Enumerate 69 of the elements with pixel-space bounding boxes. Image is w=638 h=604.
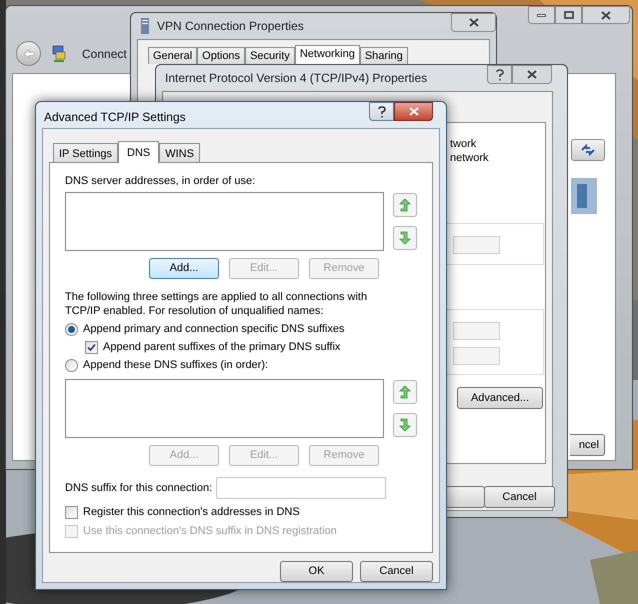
help-icon (378, 106, 386, 118)
close-icon (527, 70, 537, 79)
ip-address-field[interactable] (453, 236, 500, 254)
push-button[interactable]: ncel (570, 434, 605, 456)
move-up-button[interactable] (393, 380, 417, 404)
list-box[interactable] (65, 379, 384, 438)
minimize-button[interactable] (528, 6, 555, 24)
push-button[interactable] (445, 486, 485, 508)
help-button[interactable] (487, 65, 512, 84)
tab[interactable]: WINS (159, 143, 200, 162)
checkbox[interactable] (65, 506, 78, 519)
window-title: Advanced TCP/IP Settings (44, 109, 186, 126)
refresh-button[interactable] (571, 139, 605, 161)
close-button[interactable] (394, 102, 433, 121)
push-button[interactable]: Add... (149, 258, 219, 279)
checkbox-label: Register this connection's addresses in DNS (83, 506, 300, 519)
tab[interactable]: General (148, 47, 198, 64)
push-button[interactable]: Cancel (360, 561, 433, 582)
close-icon (468, 18, 478, 27)
close-icon (408, 107, 418, 116)
window-title: Internet Protocol Version 4 (TCP/IPv4) Properties (165, 70, 428, 87)
ip-address-field[interactable] (453, 322, 500, 340)
server-icon (141, 18, 149, 34)
close-button[interactable] (512, 65, 552, 84)
help-button[interactable] (369, 102, 394, 121)
description-text: network (450, 151, 489, 165)
push-button[interactable]: OK (280, 561, 353, 582)
push-button[interactable]: Advanced... (457, 387, 543, 409)
close-icon (601, 10, 611, 20)
checkbox[interactable] (85, 341, 98, 354)
checkbox-label: Append parent suffixes of the primary DNS suffix (103, 341, 340, 354)
window-title: VPN Connection Properties (157, 18, 304, 35)
ip-address-field[interactable] (453, 347, 500, 365)
address-text: Connect (82, 46, 127, 62)
list-box[interactable] (65, 192, 384, 251)
back-arrow-icon (22, 48, 34, 58)
up-arrow-icon (399, 385, 411, 399)
back-button[interactable] (16, 41, 41, 66)
tab[interactable]: Options (197, 47, 246, 64)
close-button[interactable] (451, 13, 496, 32)
move-down-button[interactable] (393, 413, 417, 437)
input-field[interactable] (216, 477, 386, 499)
maximize-button[interactable] (555, 6, 582, 24)
radio-label: Append these DNS suffixes (in order): (83, 359, 268, 372)
tab[interactable]: Security (245, 47, 295, 64)
push-button[interactable]: Cancel (484, 486, 555, 508)
up-arrow-icon (399, 198, 411, 212)
move-up-button[interactable] (393, 193, 417, 217)
help-icon (496, 68, 504, 80)
maximize-icon (564, 11, 574, 19)
description-text: twork (450, 137, 476, 151)
down-arrow-icon (399, 231, 411, 245)
tab[interactable]: Sharing (360, 47, 408, 64)
tab[interactable]: IP Settings (53, 143, 118, 162)
radio-button[interactable] (65, 359, 78, 372)
tab[interactable]: Networking (294, 45, 360, 64)
move-down-button[interactable] (393, 226, 417, 250)
down-arrow-icon (399, 418, 411, 432)
close-button[interactable] (582, 6, 630, 24)
refresh-arrows-icon (580, 144, 596, 156)
info-text: The following three settings are applied to all connections with TCP/IP enabled. For resolution of unqualified names: (65, 290, 368, 318)
minimize-icon (537, 14, 546, 16)
tab[interactable]: DNS (118, 141, 160, 163)
network-connection-icon (51, 44, 67, 62)
checkbox-label: Use this connection's DNS suffix in DNS registration (83, 525, 337, 538)
field-label: DNS suffix for this connection: (65, 482, 214, 494)
radio-label: Append primary and connection specific DNS suffixes (83, 323, 344, 336)
radio-button[interactable] (65, 323, 78, 336)
list-label: DNS server addresses, in order of use: (65, 175, 256, 188)
